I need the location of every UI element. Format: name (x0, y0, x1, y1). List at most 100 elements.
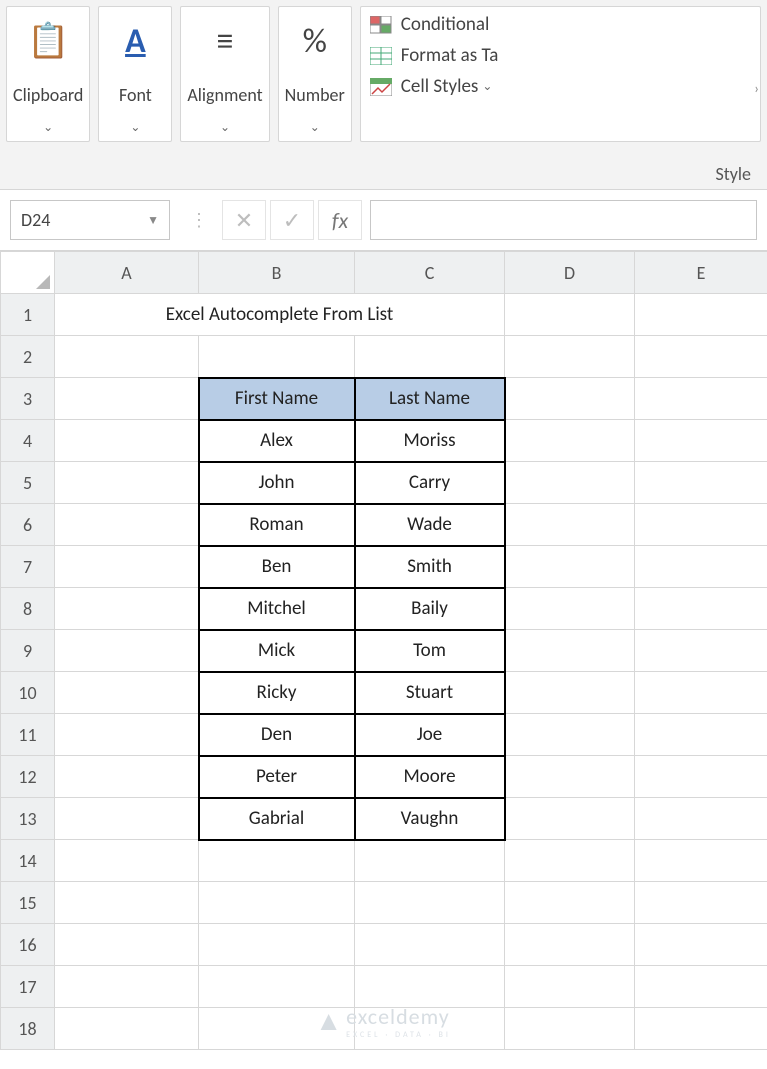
cell[interactable] (55, 588, 199, 630)
cell[interactable] (355, 336, 505, 378)
cell[interactable] (55, 630, 199, 672)
cell[interactable] (199, 966, 355, 1008)
row-header[interactable]: 6 (1, 504, 55, 546)
cell[interactable] (635, 462, 767, 504)
table-row[interactable]: Moriss (355, 420, 505, 462)
cell[interactable] (635, 840, 767, 882)
cell[interactable] (505, 504, 635, 546)
accept-button[interactable]: ✓ (270, 200, 314, 240)
cell[interactable] (505, 672, 635, 714)
cell[interactable] (635, 378, 767, 420)
cell[interactable] (55, 882, 199, 924)
table-row[interactable]: Gabrial (199, 798, 355, 840)
row-header[interactable]: 2 (1, 336, 55, 378)
cell[interactable] (355, 966, 505, 1008)
row-header[interactable]: 5 (1, 462, 55, 504)
cell[interactable] (635, 420, 767, 462)
table-row[interactable]: Mitchel (199, 588, 355, 630)
title-cell[interactable]: Excel Autocomplete From List (55, 294, 505, 336)
cell[interactable] (635, 882, 767, 924)
cell[interactable] (635, 1008, 767, 1050)
cell[interactable] (635, 294, 767, 336)
table-row[interactable]: Moore (355, 756, 505, 798)
row-header[interactable]: 1 (1, 294, 55, 336)
table-row[interactable]: Tom (355, 630, 505, 672)
row-header[interactable]: 14 (1, 840, 55, 882)
ribbon-group-number[interactable]: % Number ⌄ (278, 6, 352, 142)
cell[interactable] (635, 546, 767, 588)
ribbon-group-clipboard[interactable]: 📋 Clipboard ⌄ (6, 6, 90, 142)
cell[interactable] (505, 462, 635, 504)
table-row[interactable]: Joe (355, 714, 505, 756)
col-header-A[interactable]: A (55, 252, 199, 294)
row-header[interactable]: 12 (1, 756, 55, 798)
table-row[interactable]: Baily (355, 588, 505, 630)
cell[interactable] (355, 924, 505, 966)
cell[interactable] (635, 966, 767, 1008)
ribbon-scroll-right-icon[interactable]: › (754, 80, 759, 97)
cell[interactable] (355, 840, 505, 882)
cell[interactable] (55, 420, 199, 462)
cell[interactable] (505, 756, 635, 798)
ribbon-group-alignment[interactable]: ≡ Alignment ⌄ (180, 6, 269, 142)
cell[interactable] (505, 1008, 635, 1050)
row-header[interactable]: 13 (1, 798, 55, 840)
table-row[interactable]: Carry (355, 462, 505, 504)
row-header[interactable]: 11 (1, 714, 55, 756)
ribbon-group-font[interactable]: A Font ⌄ (98, 6, 172, 142)
table-row[interactable]: Smith (355, 546, 505, 588)
cell[interactable] (635, 630, 767, 672)
cell[interactable] (505, 378, 635, 420)
row-header[interactable]: 17 (1, 966, 55, 1008)
cell[interactable] (55, 546, 199, 588)
cell-styles-button[interactable]: Cell Styles ⌄ (369, 75, 752, 98)
cell[interactable] (635, 672, 767, 714)
table-row[interactable]: Alex (199, 420, 355, 462)
cell[interactable] (505, 714, 635, 756)
col-header-B[interactable]: B (199, 252, 355, 294)
cell[interactable] (55, 1008, 199, 1050)
row-header[interactable]: 8 (1, 588, 55, 630)
table-row[interactable]: Stuart (355, 672, 505, 714)
cancel-button[interactable]: ✕ (222, 200, 266, 240)
row-header[interactable]: 4 (1, 420, 55, 462)
cell[interactable] (55, 378, 199, 420)
cell[interactable] (55, 966, 199, 1008)
cell[interactable] (55, 672, 199, 714)
cell[interactable] (505, 798, 635, 840)
row-header[interactable]: 3 (1, 378, 55, 420)
col-header-C[interactable]: C (355, 252, 505, 294)
table-row[interactable]: Roman (199, 504, 355, 546)
cell[interactable] (635, 924, 767, 966)
cell[interactable] (55, 798, 199, 840)
name-box[interactable]: D24 ▼ (10, 200, 170, 240)
cell[interactable] (505, 588, 635, 630)
cell[interactable] (505, 882, 635, 924)
table-row[interactable]: Vaughn (355, 798, 505, 840)
cell[interactable] (199, 882, 355, 924)
row-header[interactable]: 7 (1, 546, 55, 588)
table-row[interactable]: Wade (355, 504, 505, 546)
cell[interactable] (55, 714, 199, 756)
table-header-first[interactable]: First Name (199, 378, 355, 420)
cell[interactable] (505, 336, 635, 378)
cell[interactable] (635, 336, 767, 378)
col-header-E[interactable]: E (635, 252, 767, 294)
cell[interactable] (199, 924, 355, 966)
table-header-last[interactable]: Last Name (355, 378, 505, 420)
row-header[interactable]: 10 (1, 672, 55, 714)
conditional-formatting-button[interactable]: Conditional (369, 13, 752, 36)
cell[interactable] (55, 504, 199, 546)
cell[interactable] (199, 336, 355, 378)
cell[interactable] (355, 882, 505, 924)
cell[interactable] (199, 840, 355, 882)
cell[interactable] (505, 840, 635, 882)
cell[interactable] (635, 588, 767, 630)
table-row[interactable]: Den (199, 714, 355, 756)
table-row[interactable]: Ricky (199, 672, 355, 714)
cell[interactable] (505, 546, 635, 588)
cell[interactable] (505, 420, 635, 462)
row-header[interactable]: 15 (1, 882, 55, 924)
cell[interactable] (55, 840, 199, 882)
fx-button[interactable]: fx (318, 200, 362, 240)
